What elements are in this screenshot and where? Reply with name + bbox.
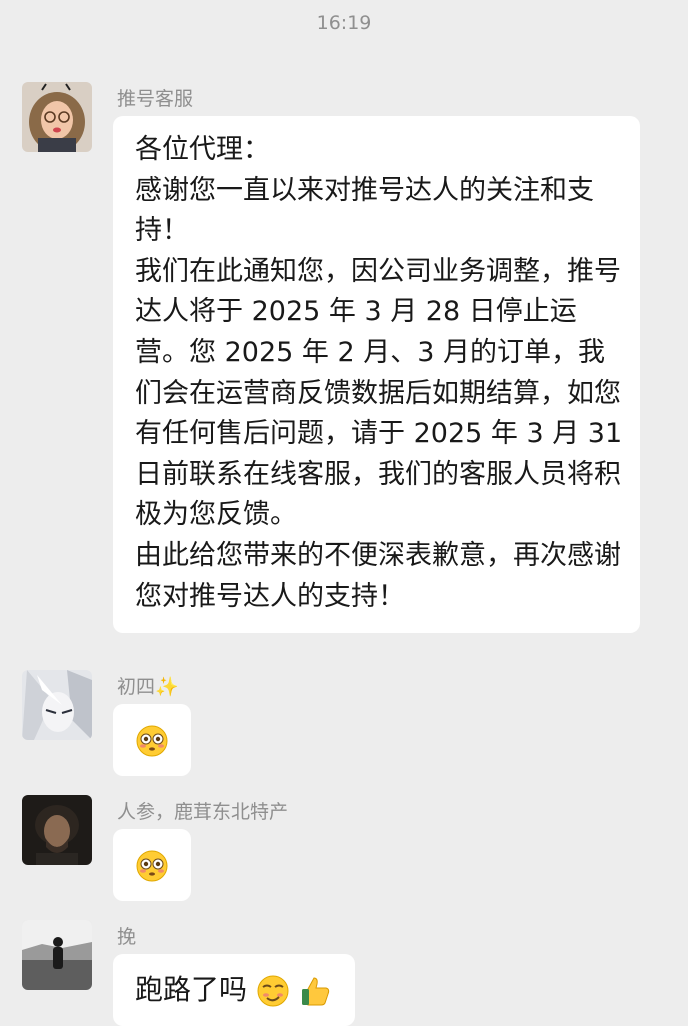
message-paragraph: 我们在此通知您，因公司业务调整，推号达人将于 2025 年 3 月 28 日停止… [135, 255, 623, 531]
anime-character-avatar-icon [22, 670, 92, 740]
sender-avatar[interactable] [22, 82, 92, 152]
message-paragraph: 由此给您带来的不便深表歉意，再次感谢您对推号达人的支持！ [135, 539, 621, 612]
sender-name: 人参，鹿茸东北特产 [117, 801, 289, 823]
thumbs-up-emoji-icon [301, 977, 329, 1006]
sender-name: 初四✨ [117, 676, 179, 698]
smirk-face-emoji-icon [257, 975, 289, 1007]
man-portrait-avatar-icon [22, 795, 92, 865]
timestamp: 16:19 [316, 12, 372, 34]
sender-name: 挽 [117, 926, 137, 948]
flushed-face-emoji-icon [136, 725, 168, 757]
message-bubble[interactable]: 跑路了吗 [113, 954, 355, 1026]
woman-avatar-icon [22, 82, 92, 152]
flushed-face-emoji-icon [136, 850, 168, 882]
chat-message: 人参，鹿茸东北特产 [22, 795, 662, 905]
message-bubble[interactable]: 各位代理： 感谢您一直以来对推号达人的关注和支持！ 我们在此通知您，因公司业务调… [113, 116, 640, 634]
sender-avatar[interactable] [22, 920, 92, 990]
sender-avatar[interactable] [22, 670, 92, 740]
sender-avatar[interactable] [22, 795, 92, 865]
chat-message: 挽 跑路了吗 [22, 920, 662, 1026]
message-bubble[interactable] [113, 704, 191, 776]
message-paragraph: 各位代理： [135, 134, 270, 165]
message-paragraph: 感谢您一直以来对推号达人的关注和支持！ [135, 174, 594, 247]
message-text: 跑路了吗 [135, 973, 248, 1006]
sender-name: 推号客服 [117, 88, 194, 110]
chat-message: 初四✨ [22, 670, 662, 780]
chat-message: 推号客服 各位代理： 感谢您一直以来对推号达人的关注和支持！ 我们在此通知您，因… [22, 82, 662, 652]
message-bubble[interactable] [113, 829, 191, 901]
landscape-figure-avatar-icon [22, 920, 92, 990]
